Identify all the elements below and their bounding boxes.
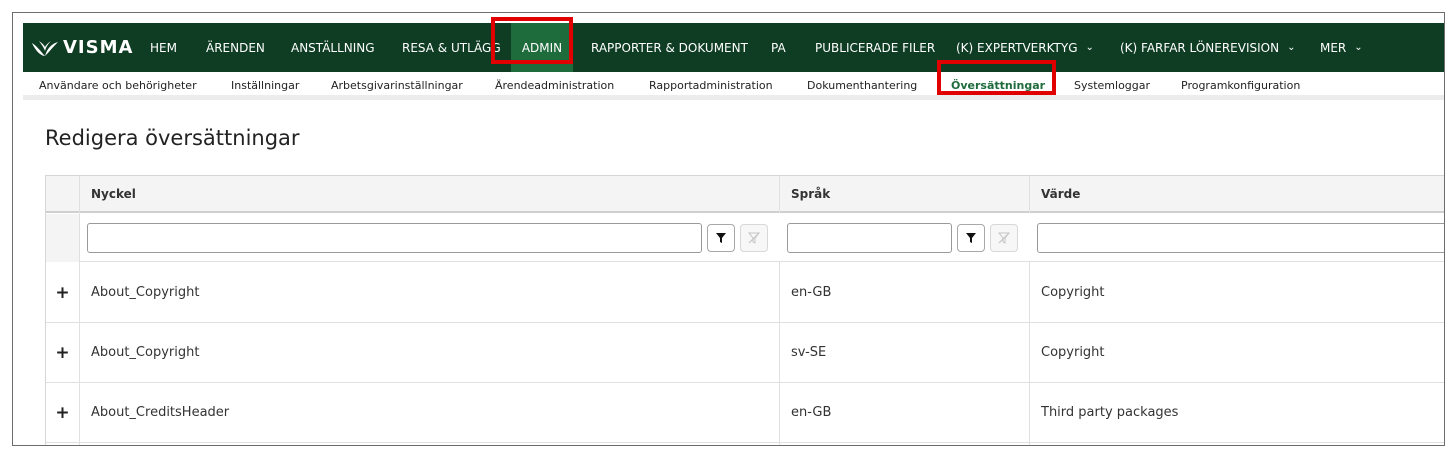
cell-varde: Third party packages	[1041, 405, 1179, 420]
plus-icon: +	[55, 282, 70, 303]
top-navigation: VISMA HEM ÄRENDEN ANSTÄLLNING RESA & UTL…	[23, 23, 1444, 72]
visma-swoosh-icon	[32, 40, 58, 56]
expand-row-button[interactable]: +	[46, 263, 79, 322]
clear-filter-button-sprak[interactable]	[990, 224, 1018, 252]
expand-row-button[interactable]: +	[46, 383, 79, 442]
expand-row-button[interactable]: +	[46, 323, 79, 382]
filter-button-sprak[interactable]	[957, 224, 985, 252]
clear-filter-icon	[997, 232, 1011, 244]
chevron-down-icon: ⌄	[1085, 42, 1094, 53]
column-divider	[779, 176, 780, 213]
cell-nyckel: About_CreditsHeader	[91, 405, 230, 420]
cell-sprak: en-GB	[791, 285, 832, 300]
cell-nyckel: About_Copyright	[91, 285, 200, 300]
cell-varde: Copyright	[1041, 345, 1105, 360]
app-window: VISMA HEM ÄRENDEN ANSTÄLLNING RESA & UTL…	[12, 12, 1445, 446]
grid-header: Nyckel Språk Värde	[46, 176, 1444, 213]
nav-item-mer[interactable]: MER ⌄	[1320, 23, 1363, 72]
column-header-nyckel[interactable]: Nyckel	[79, 176, 779, 212]
cell-sprak: en-GB	[791, 405, 832, 420]
table-row[interactable]: + About_CreditsHeader en-GB Third party …	[46, 383, 1444, 443]
cell-varde: Copyright	[1041, 285, 1105, 300]
clear-filter-icon	[747, 232, 761, 244]
nav-item-hem[interactable]: HEM	[150, 23, 177, 72]
chevron-down-icon: ⌄	[1354, 42, 1363, 53]
filter-input-nyckel[interactable]	[87, 223, 702, 253]
filter-button-nyckel[interactable]	[707, 224, 735, 252]
nav-item-arenden[interactable]: ÄRENDEN	[206, 23, 265, 72]
nav-item-anstallning[interactable]: ANSTÄLLNING	[291, 23, 375, 72]
filter-icon	[966, 233, 976, 243]
subnav-shadow	[23, 95, 1444, 100]
column-divider	[1029, 176, 1030, 213]
filter-input-varde[interactable]	[1037, 223, 1444, 253]
nav-item-publicerade-filer[interactable]: PUBLICERADE FILER	[815, 23, 935, 72]
column-divider	[1029, 262, 1030, 445]
filter-row-spacer	[46, 214, 79, 262]
clear-filter-button-nyckel[interactable]	[740, 224, 768, 252]
plus-icon: +	[55, 402, 70, 423]
cell-nyckel: About_Copyright	[91, 345, 200, 360]
nav-item-resa-utlagg[interactable]: RESA & UTLÄGG	[402, 23, 501, 72]
nav-item-rapporter-dokument[interactable]: RAPPORTER & DOKUMENT	[591, 23, 748, 72]
column-header-varde[interactable]: Värde	[1029, 176, 1444, 212]
column-divider	[779, 262, 780, 445]
brand-name: VISMA	[63, 37, 134, 58]
filter-icon	[716, 233, 726, 243]
column-header-sprak[interactable]: Språk	[779, 176, 1029, 212]
nav-item-farfar-lonerevision[interactable]: (K) FARFAR LÖNEREVISION ⌄	[1120, 23, 1295, 72]
plus-icon: +	[55, 342, 70, 363]
nav-item-expertverktyg[interactable]: (K) EXPERTVERKTYG ⌄	[956, 23, 1094, 72]
page-title: Redigera översättningar	[45, 126, 300, 150]
column-divider	[79, 176, 80, 445]
translations-grid: Nyckel Språk Värde + About_Copyright en-…	[45, 175, 1444, 445]
chevron-down-icon: ⌄	[1287, 42, 1296, 53]
nav-item-pa[interactable]: PA	[771, 23, 786, 72]
visma-logo[interactable]: VISMA	[31, 23, 133, 72]
table-row[interactable]: + About_Copyright sv-SE Copyright	[46, 323, 1444, 383]
nav-item-admin[interactable]: ADMIN	[511, 23, 573, 72]
filter-row	[46, 214, 1444, 262]
table-row[interactable]: + About_Copyright en-GB Copyright	[46, 263, 1444, 323]
filter-input-sprak[interactable]	[787, 223, 952, 253]
cell-sprak: sv-SE	[791, 345, 827, 360]
